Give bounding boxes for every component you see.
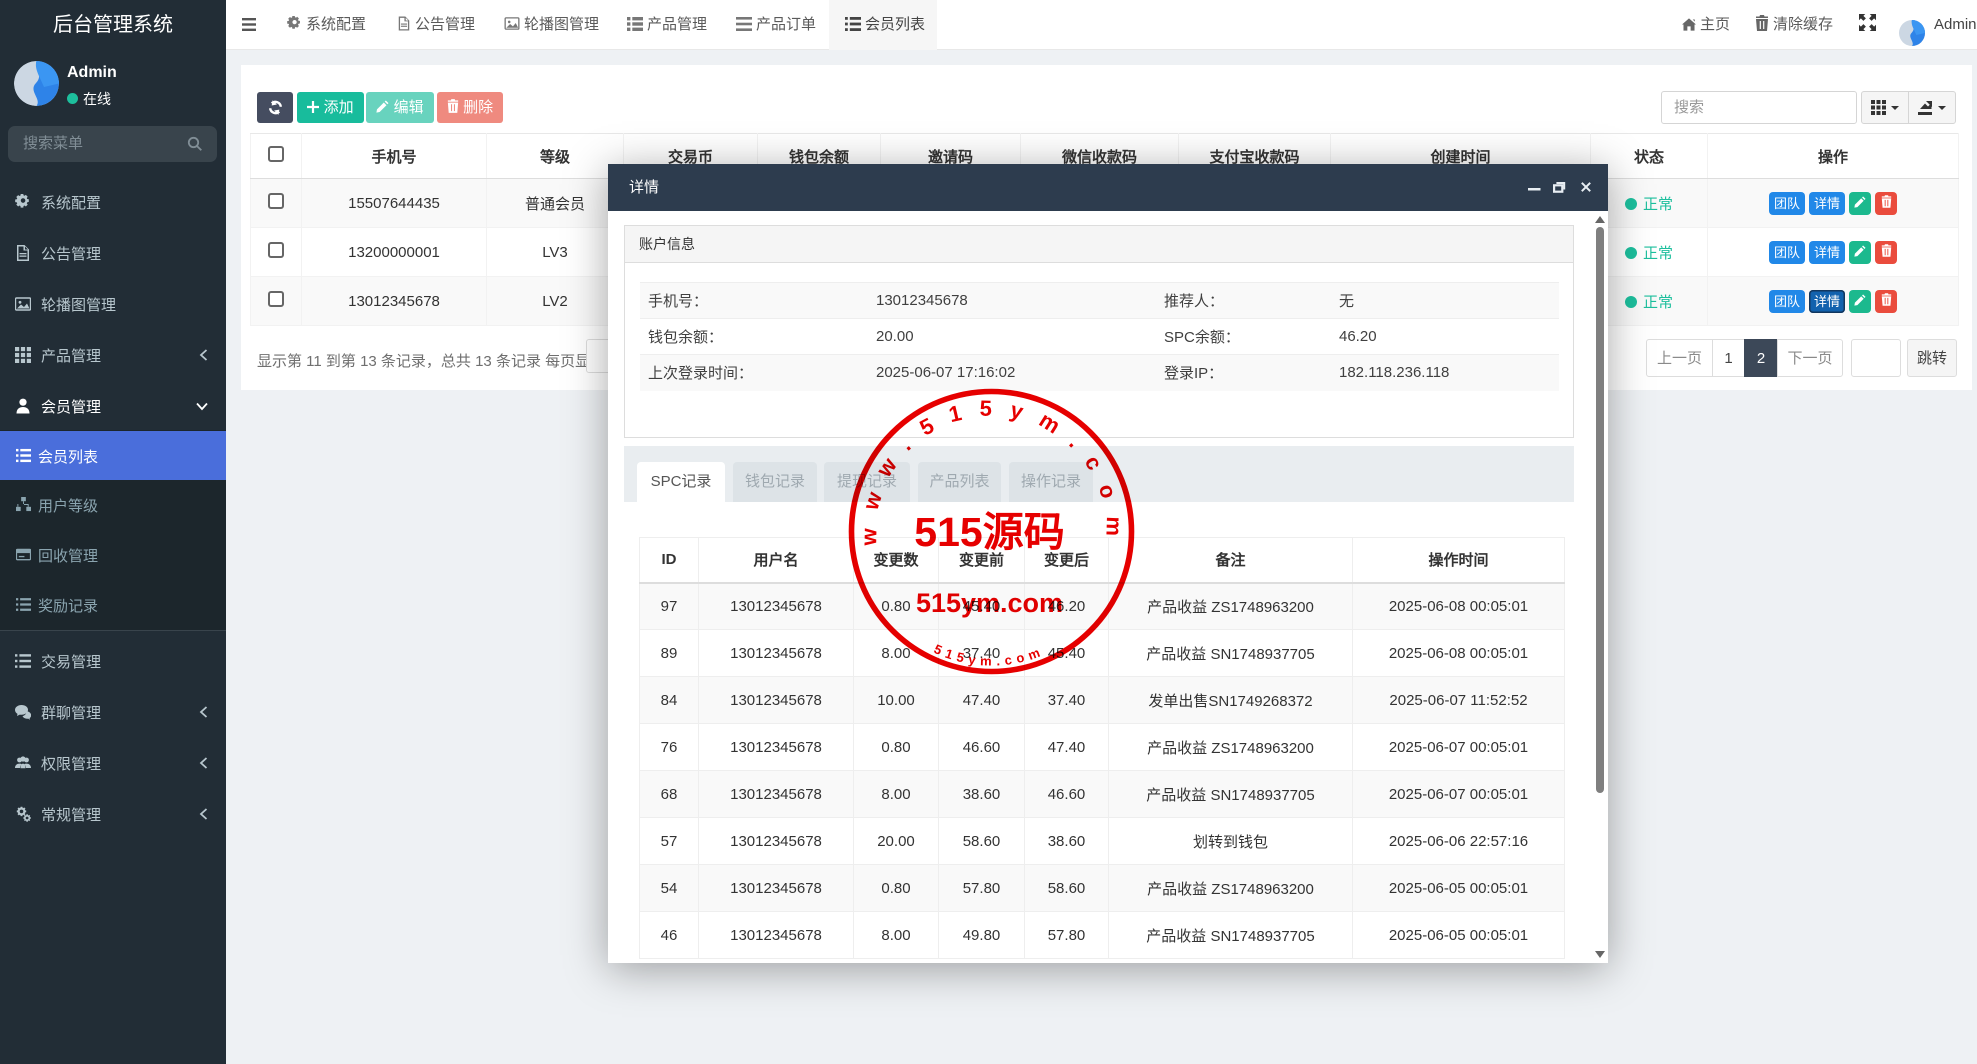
svg-text:515源码: 515源码: [914, 509, 1064, 555]
svg-text:515ym.com: 515ym.com: [916, 588, 1063, 618]
